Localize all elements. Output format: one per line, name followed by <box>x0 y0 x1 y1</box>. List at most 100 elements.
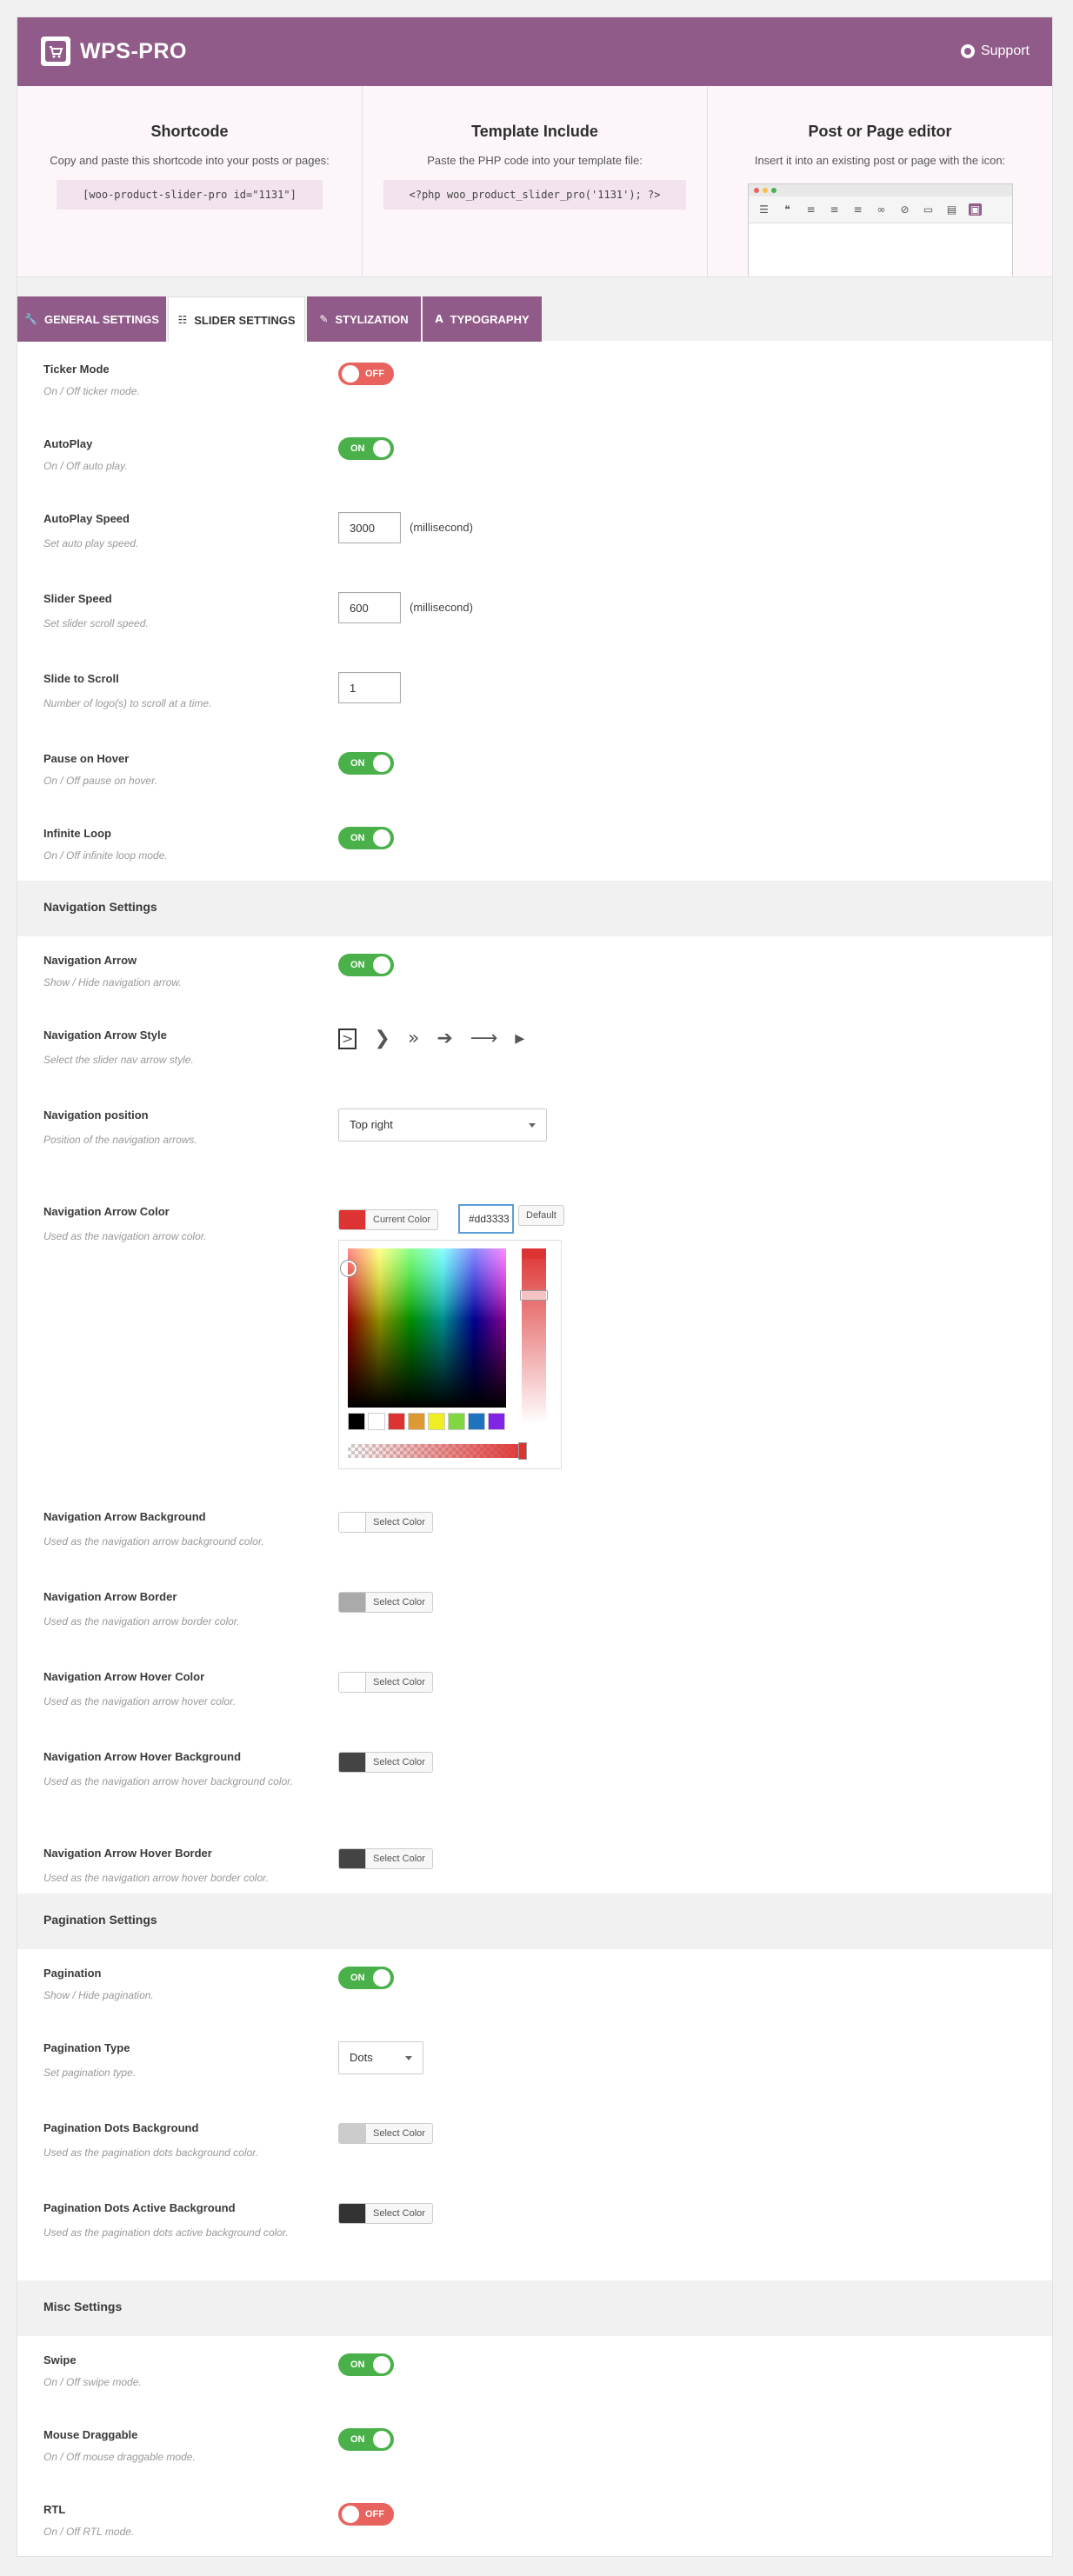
settings-panel: WPS-PRO Support Shortcode Copy and paste… <box>17 17 1053 2557</box>
nav-arrow-bg-color-button[interactable]: Select Color <box>338 1512 433 1533</box>
field-desc: Used as the pagination dots active backg… <box>43 2227 289 2239</box>
nav-arrow-toggle[interactable]: ON <box>338 954 394 976</box>
field-label: Swipe <box>43 2353 77 2366</box>
field-label: Mouse Draggable <box>43 2428 138 2441</box>
color-swatch <box>339 1513 366 1532</box>
align-center-icon: ≡ <box>830 203 839 216</box>
tab-general-settings[interactable]: 🔧 General Settings <box>17 296 166 342</box>
field-label: Slider Speed <box>43 592 112 605</box>
field-desc: Used as the pagination dots background c… <box>43 2147 259 2159</box>
color-swatch <box>339 1210 366 1229</box>
bold-arrow-icon[interactable]: ➔ <box>437 1028 452 1049</box>
field-desc: Number of logo(s) to scroll at a time. <box>43 697 212 709</box>
field-desc: Show / Hide navigation arrow. <box>43 976 182 988</box>
nav-arrow-hover-color-button[interactable]: Select Color <box>338 1672 433 1693</box>
palette-swatch[interactable] <box>408 1413 425 1430</box>
alpha-handle[interactable] <box>518 1442 527 1460</box>
field-label: Pagination Dots Active Background <box>43 2201 236 2214</box>
autoplay-toggle[interactable]: ON <box>338 437 394 460</box>
brand-title: WPS-PRO <box>80 39 187 63</box>
infinite-loop-toggle[interactable]: ON <box>338 827 394 849</box>
palette-swatch[interactable] <box>348 1413 365 1430</box>
rtl-toggle[interactable]: OFF <box>338 2503 394 2526</box>
palette-swatch[interactable] <box>428 1413 445 1430</box>
nav-arrow-color-button[interactable]: Current Color <box>338 1209 439 1230</box>
section-title: Misc Settings <box>43 2300 123 2313</box>
long-arrow-icon[interactable]: ⟶ <box>470 1028 498 1049</box>
align-right-icon: ≡ <box>853 203 863 216</box>
dots-bg-color-button[interactable]: Select Color <box>338 2123 433 2144</box>
sliders-icon: ☷ <box>177 314 188 326</box>
palette-swatch[interactable] <box>488 1413 505 1430</box>
more-icon: ▭ <box>923 203 934 216</box>
field-label: Navigation Arrow Style <box>43 1028 167 1042</box>
section-misc: Misc Settings <box>17 2280 1052 2336</box>
section-title: Pagination Settings <box>43 1913 157 1927</box>
default-color-button[interactable]: Default <box>518 1205 564 1226</box>
hue-handle[interactable] <box>520 1290 548 1301</box>
mouse-draggable-toggle[interactable]: ON <box>338 2428 394 2451</box>
field-desc: On / Off auto play. <box>43 460 128 472</box>
pagination-toggle[interactable]: ON <box>338 1967 394 1989</box>
hex-color-input[interactable] <box>458 1204 514 1234</box>
slide-to-scroll-input[interactable] <box>338 672 401 703</box>
field-desc: Set slider scroll speed. <box>43 617 149 629</box>
unit-label: (millisecond) <box>410 521 473 534</box>
tab-typography[interactable]: A Typography <box>423 296 542 342</box>
field-label: Navigation position <box>43 1108 149 1122</box>
color-button-label: Select Color <box>373 2128 425 2139</box>
color-button-label: Current Color <box>373 1215 431 1225</box>
palette-swatch[interactable] <box>468 1413 485 1430</box>
section-title: Navigation Settings <box>43 900 157 914</box>
support-link[interactable]: Support <box>960 41 1030 62</box>
field-desc: Used as the navigation arrow border colo… <box>43 1615 240 1627</box>
slider-insert-icon[interactable]: ▣ <box>969 203 982 216</box>
pagination-type-select[interactable]: Dots <box>338 2041 423 2074</box>
color-swatch <box>339 1753 366 1772</box>
nav-position-select[interactable]: Top right <box>338 1108 547 1142</box>
unit-label: (millisecond) <box>410 601 473 614</box>
nav-arrow-hover-border-color-button[interactable]: Select Color <box>338 1848 433 1869</box>
field-desc: On / Off infinite loop mode. <box>43 849 168 862</box>
link-icon: ∞ <box>876 203 886 216</box>
palette-swatch[interactable] <box>368 1413 385 1430</box>
nav-arrow-hover-bg-color-button[interactable]: Select Color <box>338 1752 433 1773</box>
tab-slider-settings[interactable]: ☷ Slider Settings <box>168 296 305 343</box>
color-palette <box>348 1413 505 1430</box>
saturation-area[interactable] <box>341 1248 506 1408</box>
field-desc: Select the slider nav arrow style. <box>43 1054 194 1066</box>
field-label: Navigation Arrow Hover Background <box>43 1750 242 1763</box>
autoplay-speed-input[interactable] <box>338 512 401 543</box>
template-include-code[interactable]: <?php woo_product_slider_pro('1131'); ?> <box>383 180 687 210</box>
tab-stylization[interactable]: ✎ Stylization <box>307 296 421 342</box>
palette-swatch[interactable] <box>448 1413 465 1430</box>
list-icon: ☰ <box>759 203 769 216</box>
editor-preview: ☰ ❝ ≡ ≡ ≡ ∞ ⊘ ▭ ▤ ▣ <box>748 183 1013 279</box>
color-swatch <box>339 1849 366 1868</box>
pause-on-hover-toggle[interactable]: ON <box>338 752 394 775</box>
field-label: Pause on Hover <box>43 752 130 765</box>
shortcode-code[interactable]: [woo-product-slider-pro id="1131"] <box>57 180 323 210</box>
tab-bar: 🔧 General Settings ☷ Slider Settings ✎ S… <box>17 276 1052 343</box>
saturation-handle[interactable] <box>341 1261 357 1276</box>
field-desc: Show / Hide pagination. <box>43 1989 154 2001</box>
color-button-label: Select Color <box>373 1597 425 1608</box>
ticker-mode-toggle[interactable]: OFF <box>338 363 394 385</box>
nav-arrow-border-color-button[interactable]: Select Color <box>338 1592 433 1613</box>
color-button-label: Select Color <box>373 1854 425 1864</box>
field-desc: Set pagination type. <box>43 2067 137 2079</box>
palette-swatch[interactable] <box>388 1413 405 1430</box>
angle-arrow-icon[interactable]: > <box>338 1028 357 1049</box>
alpha-slider[interactable] <box>348 1442 527 1460</box>
double-chevron-arrow-icon[interactable]: » <box>408 1028 419 1049</box>
slider-speed-input[interactable] <box>338 592 401 623</box>
chevron-arrow-icon[interactable]: ❯ <box>374 1028 390 1049</box>
tab-label: General Settings <box>44 312 159 326</box>
brush-icon: ✎ <box>319 313 329 325</box>
align-left-icon: ≡ <box>806 203 816 216</box>
hue-slider[interactable] <box>520 1248 548 1425</box>
swipe-toggle[interactable]: ON <box>338 2353 394 2376</box>
quote-icon: ❝ <box>784 203 790 216</box>
caret-arrow-icon[interactable]: ▸ <box>515 1028 524 1049</box>
dots-active-bg-color-button[interactable]: Select Color <box>338 2203 433 2224</box>
